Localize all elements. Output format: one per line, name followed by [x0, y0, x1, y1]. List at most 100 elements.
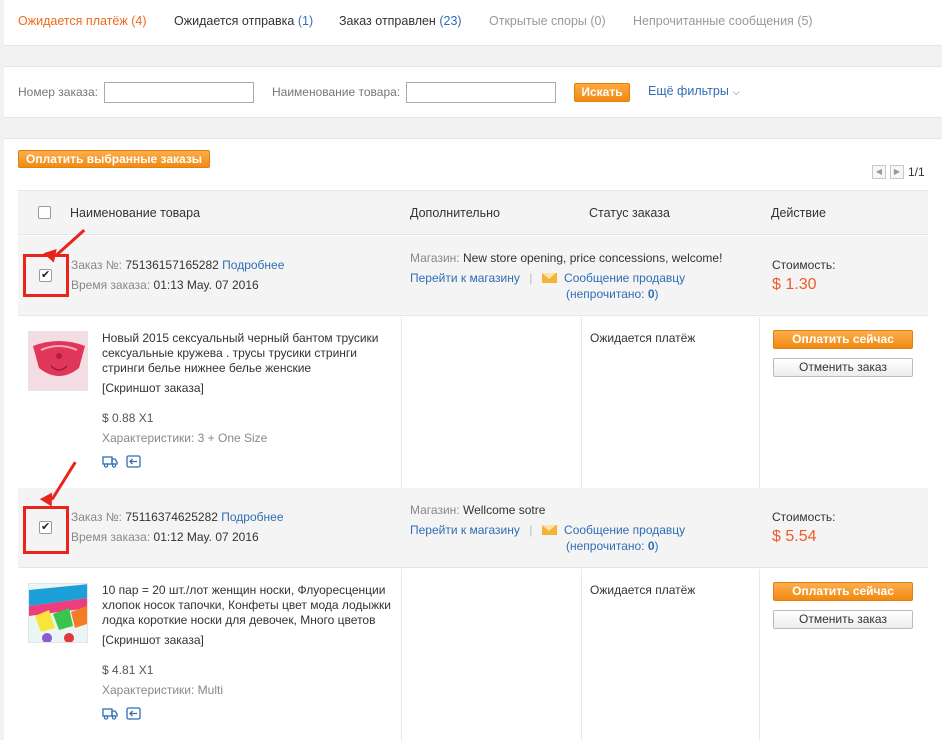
- product-thumbnail[interactable]: [28, 331, 88, 391]
- tab-awaiting-shipment[interactable]: Ожидается отправка (1): [174, 14, 313, 28]
- separator: |: [529, 523, 533, 537]
- message-seller-link[interactable]: Сообщение продавцу: [564, 523, 685, 537]
- cancel-order-button[interactable]: Отменить заказ: [773, 358, 913, 377]
- shop-info: Магазин: Wellcome sotre: [410, 503, 545, 517]
- column-divider: [401, 317, 402, 489]
- product-title-link[interactable]: 10 пар = 20 шт./лот женщин носки, Флуоре…: [102, 583, 394, 628]
- column-header-product: Наименование товара: [70, 206, 201, 220]
- column-divider: [581, 569, 582, 740]
- tab-label: Ожидается платёж: [18, 14, 128, 28]
- tab-awaiting-payment[interactable]: Ожидается платёж (4): [18, 14, 146, 28]
- tab-label: Открытые споры: [489, 14, 587, 28]
- tab-label: Заказ отправлен: [339, 14, 436, 28]
- unit-price: $ 4.81 X1: [102, 663, 154, 677]
- separator: |: [529, 271, 533, 285]
- tab-count: (23): [439, 14, 462, 28]
- product-name-input[interactable]: [406, 82, 556, 103]
- tab-count: (1): [297, 14, 314, 28]
- shop-info: Магазин: New store opening, price conces…: [410, 251, 722, 265]
- column-header-status: Статус заказа: [589, 206, 670, 220]
- shop-actions: Перейти к магазину | Сообщение продавцу: [410, 271, 685, 285]
- pay-selected-orders-button[interactable]: Оплатить выбранные заказы: [18, 150, 211, 168]
- product-title-link[interactable]: Новый 2015 сексуальный черный бантом тру…: [102, 331, 394, 376]
- column-header-additional: Дополнительно: [410, 206, 500, 220]
- order-cost: $ 5.54: [772, 528, 817, 545]
- cancel-order-button[interactable]: Отменить заказ: [773, 610, 913, 629]
- shop-label: Магазин:: [410, 251, 460, 265]
- filter-bar: Номер заказа: Наименование товара: Искат…: [4, 66, 942, 118]
- order-cost: $ 1.30: [772, 276, 817, 293]
- tab-shipped[interactable]: Заказ отправлен (23): [339, 14, 462, 28]
- column-divider: [759, 569, 760, 740]
- tab-label: Ожидается отправка: [174, 14, 295, 28]
- more-filters-link[interactable]: Ещё фильтры ⌵: [648, 84, 740, 98]
- unread-count: (непрочитано: 0): [566, 539, 659, 553]
- table-header: Наименование товара Дополнительно Статус…: [18, 190, 928, 235]
- column-divider: [401, 569, 402, 740]
- checkbox-highlight-box: [23, 506, 69, 554]
- column-header-action: Действие: [771, 206, 826, 220]
- order-details-link[interactable]: Подробнее: [222, 258, 284, 272]
- go-to-store-link[interactable]: Перейти к магазину: [410, 523, 520, 537]
- order-details-link[interactable]: Подробнее: [221, 510, 283, 524]
- chevron-right-icon[interactable]: ▶: [890, 165, 904, 179]
- order-snapshot-link[interactable]: [Скриншот заказа]: [102, 633, 204, 647]
- order-time: Время заказа: 01:13 May. 07 2016: [71, 278, 259, 292]
- envelope-icon: [541, 525, 557, 535]
- order-time-label: Время заказа:: [71, 530, 151, 544]
- checkbox-highlight-box: [23, 254, 69, 297]
- cost-label: Стоимость:: [772, 258, 836, 272]
- order-number-input[interactable]: [104, 82, 254, 103]
- order-header: Заказ №: 75136157165282 Подробнее Время …: [18, 236, 928, 316]
- message-seller-link[interactable]: Сообщение продавцу: [564, 271, 685, 285]
- chevron-left-icon[interactable]: ◀: [872, 165, 886, 179]
- product-name-label: Наименование товара:: [272, 85, 401, 99]
- tab-count: (4): [131, 14, 147, 28]
- order-number: Заказ №: 75136157165282 Подробнее: [71, 258, 284, 272]
- order-time-value: 01:13 May. 07 2016: [153, 278, 259, 292]
- unread-suffix: ): [654, 539, 659, 553]
- order-snapshot-link[interactable]: [Скриншот заказа]: [102, 381, 204, 395]
- unread-prefix: (непрочитано:: [566, 287, 648, 301]
- order-item: Новый 2015 сексуальный черный бантом тру…: [18, 317, 928, 489]
- shop-actions: Перейти к магазину | Сообщение продавцу: [410, 523, 685, 537]
- tab-count: (5): [797, 14, 813, 28]
- product-specs: Характеристики: 3 + One Size: [102, 431, 268, 445]
- pay-now-button[interactable]: Оплатить сейчас: [773, 582, 913, 601]
- order-number-label: Заказ №:: [71, 510, 123, 524]
- envelope-icon: [541, 273, 557, 283]
- return-icon[interactable]: [126, 455, 141, 471]
- order-status-tabs: Ожидается платёж (4) Ожидается отправка …: [4, 0, 942, 46]
- order-time-value: 01:12 May. 07 2016: [153, 530, 259, 544]
- shop-name: New store opening, price concessions, we…: [462, 251, 723, 265]
- search-button[interactable]: Искать: [574, 83, 630, 102]
- order-status: Ожидается платёж: [590, 583, 696, 597]
- select-all-checkbox[interactable]: [38, 206, 51, 219]
- order-number: Заказ №: 75116374625282 Подробнее: [71, 510, 284, 524]
- truck-icon[interactable]: [102, 455, 118, 471]
- go-to-store-link[interactable]: Перейти к магазину: [410, 271, 520, 285]
- cost-label: Стоимость:: [772, 510, 836, 524]
- unread-suffix: ): [654, 287, 659, 301]
- pager-indicator: 1/1: [908, 165, 925, 179]
- chevron-down-icon: ⌵: [732, 87, 740, 97]
- order-time: Время заказа: 01:12 May. 07 2016: [71, 530, 259, 544]
- return-icon[interactable]: [126, 707, 141, 723]
- order-header: Заказ №: 75116374625282 Подробнее Время …: [18, 488, 928, 568]
- more-filters-label: Ещё фильтры: [648, 84, 729, 98]
- truck-icon[interactable]: [102, 707, 118, 723]
- tab-unread-messages[interactable]: Непрочитанные сообщения (5): [633, 14, 813, 28]
- pay-now-button[interactable]: Оплатить сейчас: [773, 330, 913, 349]
- shop-label: Магазин:: [410, 503, 460, 517]
- product-thumbnail[interactable]: [28, 583, 88, 643]
- unread-number: 0: [647, 539, 655, 553]
- order-number-label: Заказ №:: [71, 258, 123, 272]
- unread-count: (непрочитано: 0): [566, 287, 659, 301]
- tab-open-disputes[interactable]: Открытые споры (0): [489, 14, 606, 28]
- product-specs: Характеристики: Multi: [102, 683, 223, 697]
- order-number-label: Номер заказа:: [18, 85, 99, 99]
- order-status: Ожидается платёж: [590, 331, 696, 345]
- unit-price: $ 0.88 X1: [102, 411, 154, 425]
- column-divider: [759, 317, 760, 489]
- shop-name: Wellcome sotre: [462, 503, 546, 517]
